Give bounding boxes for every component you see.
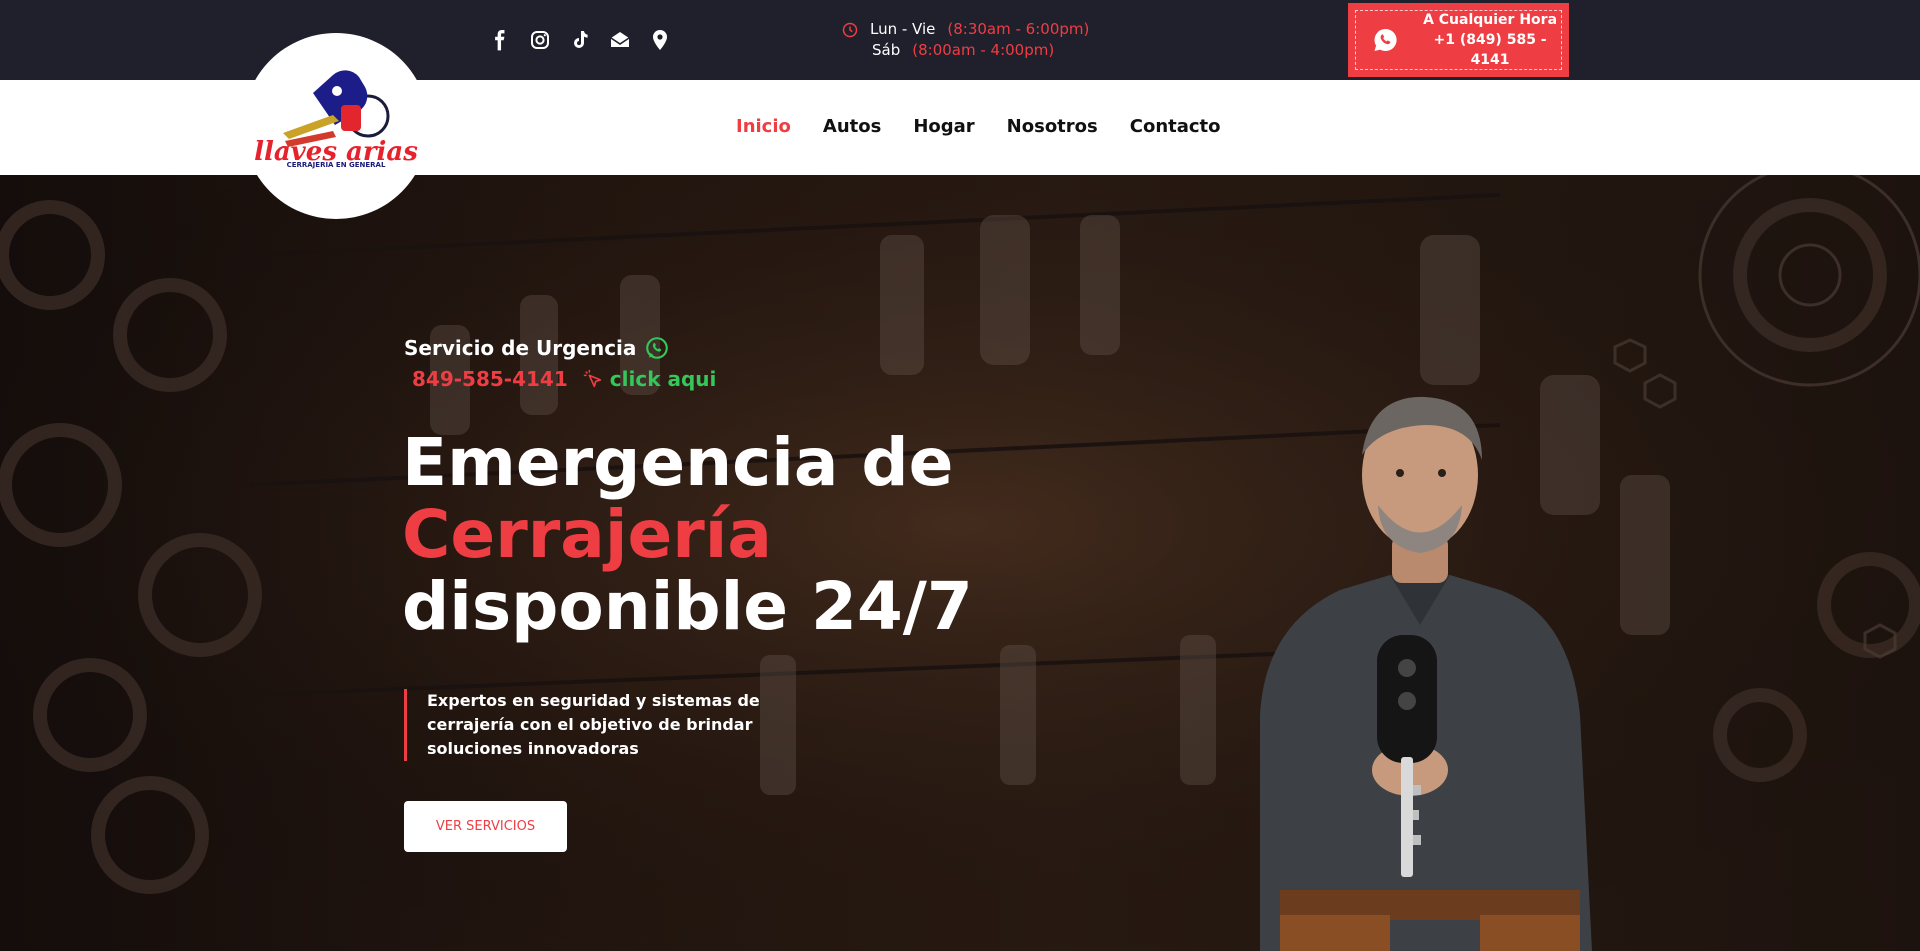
nav-contacto[interactable]: Contacto <box>1130 116 1221 137</box>
cursor-click-icon <box>583 369 601 388</box>
saturday-time: (8:00am - 4:00pm) <box>912 41 1055 59</box>
business-hours: Lun - Vie (8:30am - 6:00pm) Sáb (8:00am … <box>842 19 1089 61</box>
urgent-service: Servicio de Urgencia <box>404 335 670 361</box>
call-anytime-button[interactable]: A Cualquier Hora +1 (849) 585 - 4141 <box>1348 3 1569 77</box>
hero-description: Expertos en seguridad y sistemas de cerr… <box>404 689 824 761</box>
social-links <box>488 28 672 52</box>
whatsapp-icon <box>1374 28 1397 52</box>
urgent-label: Servicio de Urgencia <box>404 336 637 360</box>
email-icon[interactable] <box>608 28 632 52</box>
urgent-phone-link[interactable]: 849-585-4141 click aqui <box>412 367 716 391</box>
nav-hogar[interactable]: Hogar <box>913 116 974 137</box>
tiktok-icon[interactable] <box>568 28 592 52</box>
logo-tagline: CERRAJERIA EN GENERAL <box>286 161 386 169</box>
nav-nosotros[interactable]: Nosotros <box>1007 116 1098 137</box>
call-phone: +1 (849) 585 - 4141 <box>1433 32 1547 68</box>
weekday-label: Lun - Vie <box>870 20 936 38</box>
key-logo-icon <box>283 70 390 147</box>
saturday-label: Sáb <box>872 41 901 59</box>
call-line1: A Cualquier Hora <box>1423 12 1558 28</box>
hero-title-line3: disponible 24/7 <box>402 568 973 645</box>
facebook-icon[interactable] <box>488 28 512 52</box>
nav-autos[interactable]: Autos <box>823 116 881 137</box>
weekday-time: (8:30am - 6:00pm) <box>947 20 1090 38</box>
view-services-button[interactable]: VER SERVICIOS <box>404 801 567 852</box>
site-logo[interactable]: llaves arias CERRAJERIA EN GENERAL <box>243 33 429 219</box>
urgent-phone[interactable]: 849-585-4141 <box>412 367 568 391</box>
hero-title-line1: Emergencia de <box>402 424 954 501</box>
main-nav: Inicio Autos Hogar Nosotros Contacto <box>736 116 1221 137</box>
hero-section: Servicio de Urgencia 849-585-4141 click … <box>0 175 1920 951</box>
instagram-icon[interactable] <box>528 28 552 52</box>
hero-title: Emergencia de Cerrajería disponible 24/7 <box>402 427 973 643</box>
location-icon[interactable] <box>648 28 672 52</box>
click-here-link[interactable]: click aqui <box>610 367 717 391</box>
locksmith-holding-key-image <box>1260 396 1592 951</box>
hero-title-line2: Cerrajería <box>402 496 772 573</box>
whatsapp-icon[interactable] <box>644 335 670 361</box>
nav-inicio[interactable]: Inicio <box>736 116 791 137</box>
clock-icon <box>842 22 858 37</box>
